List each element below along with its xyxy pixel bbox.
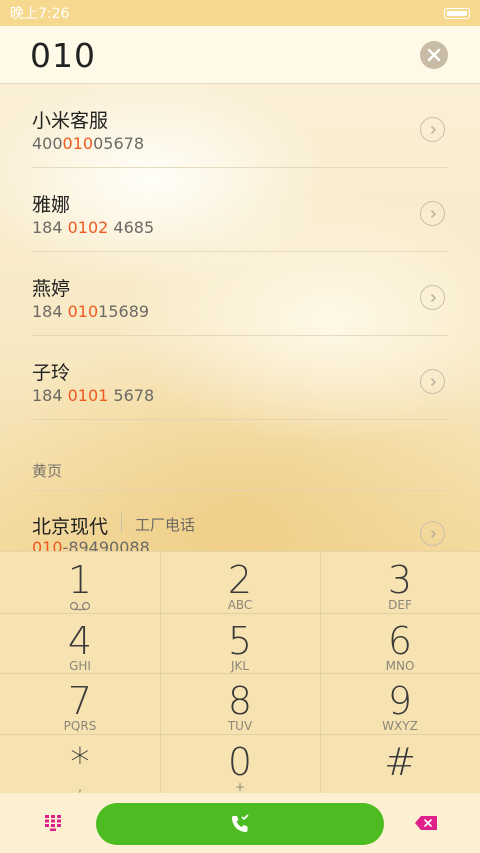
key-digit: 2	[227, 558, 253, 602]
phone-icon	[232, 814, 249, 832]
key-digit: 0	[227, 740, 253, 784]
status-bar: 晚上7:26	[0, 0, 480, 26]
match-highlight: 010	[67, 302, 99, 321]
call-button[interactable]	[96, 803, 384, 845]
key-letters: +	[234, 780, 246, 794]
match-highlight: 0101	[67, 386, 109, 405]
contact-row[interactable]: 子玲 184 0101 5678	[32, 336, 448, 420]
contact-name: 子玲	[32, 362, 71, 384]
contact-row[interactable]: 燕婷 184 01015689	[32, 252, 448, 336]
yellow-pages-header: 黄页	[32, 462, 63, 480]
key-digit: 5	[227, 619, 253, 663]
search-results-list: 小米客服 40001005678 雅娜 184 0102 4685 燕婷 184…	[0, 84, 480, 551]
grid-keypad-icon[interactable]	[45, 815, 61, 831]
key-digit: *	[70, 740, 90, 784]
key-digit: 3	[387, 558, 413, 602]
dialed-number[interactable]: 010	[30, 36, 96, 75]
clear-icon[interactable]	[420, 41, 448, 69]
key-digit: 4	[67, 619, 93, 663]
contact-number: 184 0101 5678	[32, 386, 155, 405]
contact-row[interactable]: 小米客服 40001005678	[32, 84, 448, 168]
key-hash[interactable]: #	[320, 734, 480, 794]
key-5[interactable]: 5 JKL	[160, 613, 320, 673]
key-digit: 9	[387, 679, 413, 723]
business-name: 北京现代	[32, 516, 109, 538]
business-tag: 工厂电话	[135, 516, 196, 534]
chevron-right-icon[interactable]	[420, 285, 445, 310]
key-letters: DEF	[388, 598, 412, 612]
key-6[interactable]: 6 MNO	[320, 613, 480, 673]
key-2[interactable]: 2 ABC	[160, 552, 320, 612]
key-7[interactable]: 7 PQRS	[0, 673, 160, 733]
key-1[interactable]: 1	[0, 552, 160, 612]
key-letters: PQRS	[63, 719, 97, 733]
key-letters: MNO	[385, 659, 415, 673]
contact-name: 雅娜	[32, 194, 71, 216]
contact-name: 小米客服	[32, 110, 109, 132]
key-digit: 7	[67, 679, 93, 723]
chevron-right-icon[interactable]	[420, 201, 445, 226]
match-highlight: 010	[62, 134, 94, 153]
business-number: 010-89490088	[32, 538, 150, 551]
chevron-right-icon[interactable]	[420, 521, 445, 546]
key-3[interactable]: 3 DEF	[320, 552, 480, 612]
key-digit: 1	[67, 558, 93, 602]
battery-icon	[444, 7, 470, 19]
match-highlight: 010	[32, 538, 63, 551]
contact-name: 燕婷	[32, 278, 71, 300]
key-8[interactable]: 8 TUV	[160, 673, 320, 733]
key-letters: ABC	[227, 598, 253, 612]
key-letters: TUV	[227, 719, 253, 733]
voicemail-icon	[69, 601, 91, 611]
separator	[121, 513, 122, 533]
key-letters: JKL	[230, 659, 250, 673]
dialer-action-bar	[0, 793, 480, 853]
contact-number: 40001005678	[32, 134, 144, 153]
key-digit: #	[384, 740, 416, 784]
key-0[interactable]: 0 +	[160, 734, 320, 794]
chevron-right-icon[interactable]	[420, 117, 445, 142]
contact-number: 184 0102 4685	[32, 218, 155, 237]
contact-number: 184 01015689	[32, 302, 150, 321]
key-letters: GHI	[69, 659, 91, 673]
dial-keypad: 1 2 ABC 3 DEF 4 GHI 5 JKL 6 MNO 7 PQRS 8…	[0, 551, 480, 794]
match-highlight: 0102	[67, 218, 109, 237]
key-9[interactable]: 9 WXYZ	[320, 673, 480, 733]
backspace-icon[interactable]	[414, 815, 438, 831]
key-digit: 6	[387, 619, 413, 663]
divider	[32, 490, 448, 491]
status-time: 晚上7:26	[10, 6, 70, 22]
key-star[interactable]: * ,	[0, 734, 160, 794]
dial-input-bar[interactable]: 010	[0, 26, 480, 84]
key-4[interactable]: 4 GHI	[0, 613, 160, 673]
key-digit: 8	[227, 679, 253, 723]
contact-row[interactable]: 雅娜 184 0102 4685	[32, 168, 448, 252]
key-letters: ,	[78, 780, 82, 794]
key-letters: WXYZ	[382, 719, 418, 733]
chevron-right-icon[interactable]	[420, 369, 445, 394]
